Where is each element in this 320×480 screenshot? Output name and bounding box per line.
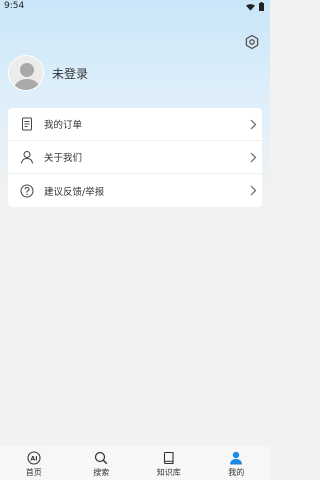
status-icons bbox=[246, 2, 264, 11]
menu-item-feedback[interactable]: 建议反馈/举报 bbox=[8, 174, 262, 207]
login-status-label[interactable]: 未登录 bbox=[52, 65, 88, 82]
settings-icon[interactable] bbox=[244, 34, 260, 50]
search-icon bbox=[95, 451, 108, 465]
default-avatar-icon bbox=[9, 56, 43, 90]
ai-icon: AI bbox=[27, 451, 41, 465]
profile-header[interactable]: 未登录 bbox=[8, 55, 88, 91]
tab-knowledge-base[interactable]: 知识库 bbox=[135, 446, 203, 480]
svg-text:AI: AI bbox=[30, 455, 37, 462]
battery-icon bbox=[259, 2, 264, 11]
wifi-icon bbox=[246, 3, 255, 11]
menu-item-label: 关于我们 bbox=[44, 153, 83, 164]
menu-item-label: 我的订单 bbox=[44, 120, 83, 131]
tab-label: 知识库 bbox=[156, 468, 181, 477]
chevron-right-icon bbox=[250, 119, 257, 130]
chevron-right-icon bbox=[250, 185, 257, 196]
status-time: 9:54 bbox=[4, 1, 25, 11]
bottom-tab-bar: AI 首页 搜索 知识库 我的 bbox=[0, 446, 270, 480]
tab-label: 我的 bbox=[228, 468, 245, 477]
document-icon bbox=[20, 117, 34, 131]
avatar[interactable] bbox=[8, 55, 44, 91]
person-icon bbox=[20, 150, 34, 164]
menu-item-about[interactable]: 关于我们 bbox=[8, 141, 262, 174]
user-icon bbox=[230, 451, 243, 465]
chevron-right-icon bbox=[250, 152, 257, 163]
menu-item-label: 建议反馈/举报 bbox=[44, 186, 105, 198]
tab-label: 首页 bbox=[25, 468, 42, 477]
menu-card: 我的订单 关于我们 建议反馈/举报 bbox=[8, 108, 262, 207]
tab-search[interactable]: 搜索 bbox=[68, 446, 136, 480]
status-bar: 9:54 bbox=[0, 0, 270, 14]
help-icon bbox=[20, 184, 34, 198]
book-icon bbox=[163, 451, 174, 465]
tab-home[interactable]: AI 首页 bbox=[0, 446, 68, 480]
menu-item-orders[interactable]: 我的订单 bbox=[8, 108, 262, 141]
tab-label: 搜索 bbox=[93, 468, 110, 477]
tab-mine[interactable]: 我的 bbox=[203, 446, 271, 480]
